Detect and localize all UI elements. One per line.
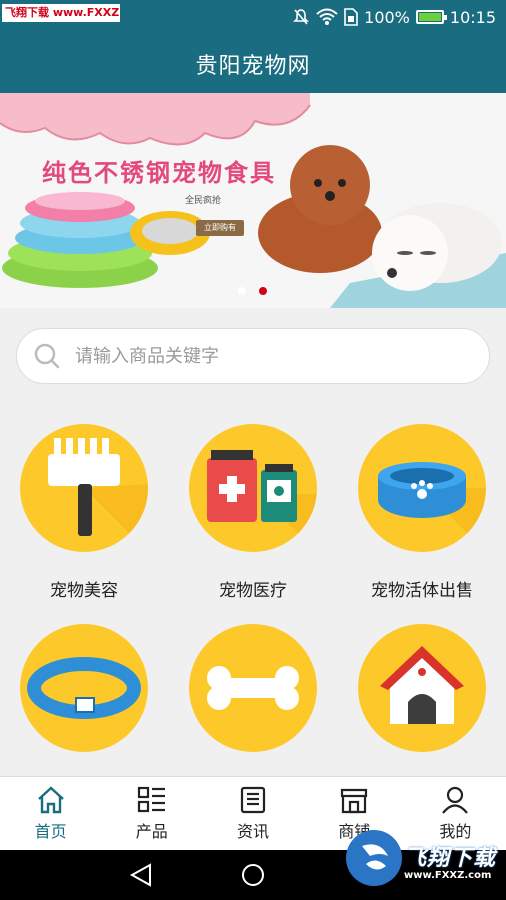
bone-icon [189,624,317,752]
category-label: 宠物活体出售 [371,581,473,601]
clock: 10:15 [449,7,496,27]
brand-url: www.FXXZ.com [404,870,492,881]
carousel-dot-1[interactable] [238,287,246,295]
nav-home[interactable]: 首页 [0,777,101,850]
brand-watermark: 飞翔下载 www.FXXZ.com [340,826,500,892]
pet-collar-icon [20,624,148,752]
medical-kit-icon [189,424,317,552]
carousel-dot-2[interactable] [259,287,267,295]
search-icon [34,343,60,369]
home-icon [37,785,64,813]
banner-headline: 纯色不锈钢宠物食具 [42,158,276,187]
category-live-pet-sale[interactable]: 宠物活体出售 [338,424,506,601]
back-icon[interactable] [128,862,154,888]
mute-icon [293,9,310,25]
sim-card-icon [344,8,358,26]
news-icon [240,786,266,813]
page-title: 贵阳宠物网 [195,53,311,79]
nav-label: 资讯 [237,821,270,841]
category-pet-grooming[interactable]: 宠物美容 [0,424,168,601]
comb-icon [20,424,148,552]
nav-news[interactable]: 资讯 [202,777,303,850]
status-icons: 100% 10:15 [292,0,496,34]
brand-name: 飞翔下载 [404,846,497,871]
nav-label: 产品 [135,821,168,841]
app-bar: 贵阳宠物网 [0,34,506,93]
nav-label: 首页 [34,821,67,841]
category-label: 宠物美容 [50,581,118,601]
battery-percent: 100% [364,7,410,27]
banner-subline: 全民疯抢 [185,196,222,206]
shop-icon [341,788,368,813]
product-list-icon [137,786,165,812]
category-collar[interactable] [0,624,168,776]
category-pet-medical[interactable]: 宠物医疗 [169,424,337,601]
search-input[interactable] [75,345,455,367]
search-bar[interactable] [16,328,490,384]
pet-bowl-icon [358,424,486,552]
category-pet-food[interactable] [169,624,337,776]
banner-buy-button[interactable]: 立即购有 [196,220,244,236]
battery-icon [415,10,447,24]
dog-house-icon [358,624,486,752]
carousel-indicator[interactable] [238,287,267,295]
wifi-icon [316,8,338,25]
user-icon [442,786,469,814]
promo-banner[interactable]: 纯色不锈钢宠物食具 全民疯抢 立即购有 [0,93,506,308]
status-bar: 飞翔下载 www.FXXZ.com 100% 10:15 [0,0,506,34]
banner-artwork [0,93,506,308]
watermark-label: 飞翔下载 www.FXXZ.com [2,4,120,22]
category-pet-house[interactable] [338,624,506,776]
category-label: 宠物医疗 [219,581,287,601]
nav-products[interactable]: 产品 [101,777,202,850]
home-button-icon[interactable] [240,862,266,888]
